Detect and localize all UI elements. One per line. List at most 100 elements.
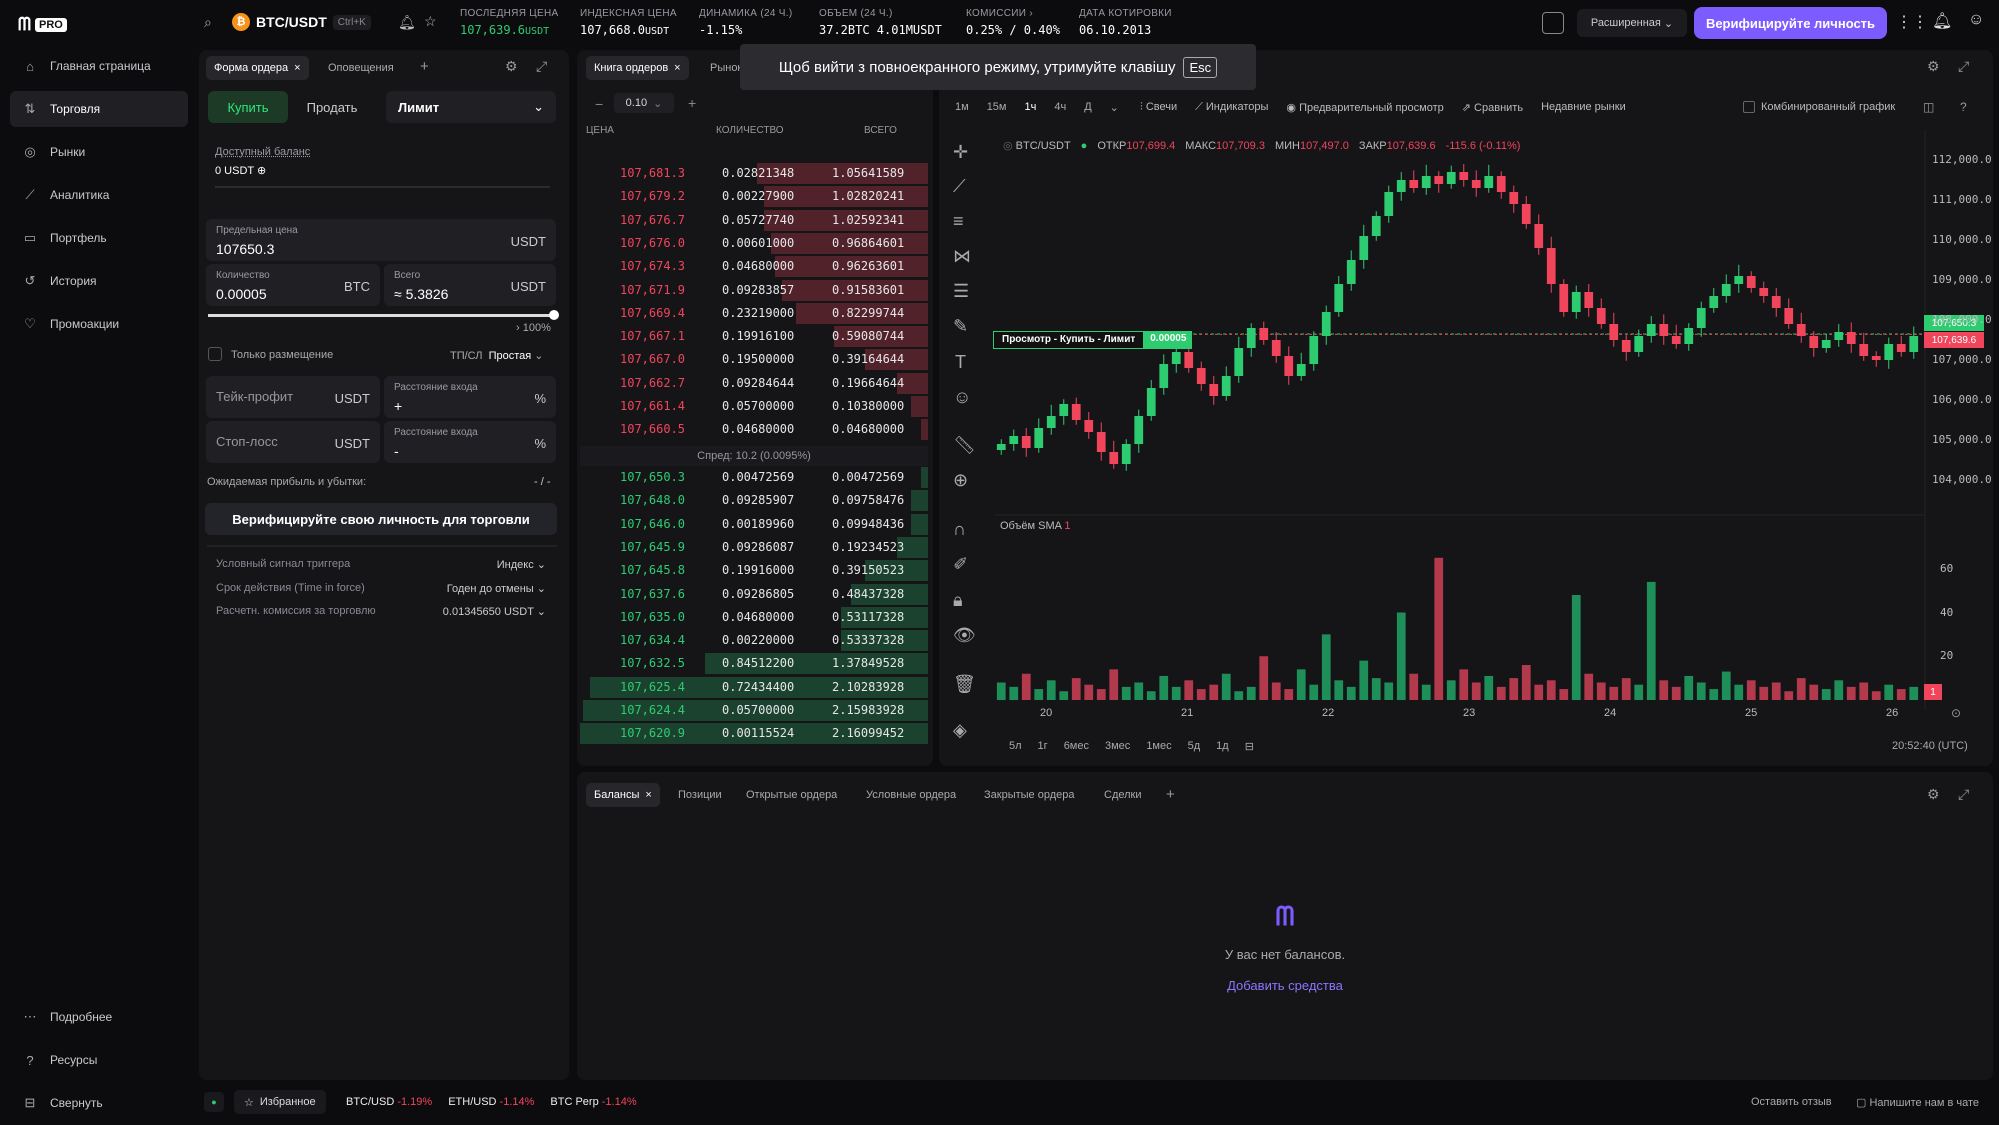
magnet-icon[interactable]: ∩ xyxy=(953,519,966,540)
bid-row[interactable]: 107,645.9 0.09286087 0.19234523 xyxy=(580,536,928,559)
ruler-icon[interactable]: 📏︎ xyxy=(953,435,976,456)
interval-1m[interactable]: 1м xyxy=(955,101,969,114)
text-icon[interactable]: T xyxy=(955,352,966,373)
minus-icon[interactable]: − xyxy=(595,96,603,112)
bid-row[interactable]: 107,620.9 0.00115524 2.16099452 xyxy=(580,722,928,745)
close-icon[interactable]: × xyxy=(294,62,300,74)
interval-15m[interactable]: 15м xyxy=(987,101,1007,114)
sidebar-item-trade[interactable]: ⇅ Торговля xyxy=(10,91,188,127)
trigger-signal-select[interactable]: Условный сигнал триггера Индекс ⌄ xyxy=(216,558,546,571)
candles-button[interactable]: ⫶ Свечи xyxy=(1140,101,1177,114)
ask-row[interactable]: 107,676.7 0.05727740 1.02592341 xyxy=(580,209,928,232)
add-circle-icon[interactable]: ⊕ xyxy=(257,165,266,177)
range-1d[interactable]: 1д xyxy=(1216,740,1229,753)
horizontal-lines-icon[interactable]: ≡ xyxy=(953,211,964,232)
range-6m[interactable]: 6мес xyxy=(1064,740,1089,753)
bid-row[interactable]: 107,650.3 0.00472569 0.00472569 xyxy=(580,466,928,489)
lock-icon[interactable]: 🔒︎ xyxy=(953,590,963,611)
profile-icon[interactable]: ☺ xyxy=(1968,11,1984,29)
range-1y[interactable]: 1г xyxy=(1038,740,1048,753)
tab-closed-orders[interactable]: Закрытые ордера xyxy=(976,783,1082,807)
tp-distance-field[interactable]: Расстояние входа +% xyxy=(384,376,556,418)
tab-balances[interactable]: Балансы × xyxy=(586,783,660,807)
lock-drawing-icon[interactable]: ✐ xyxy=(953,554,968,575)
bid-row[interactable]: 107,634.4 0.00220000 0.53337328 xyxy=(580,629,928,652)
sidebar-item-portfolio[interactable]: ▭ Портфель xyxy=(10,220,188,256)
add-funds-link[interactable]: Добавить средства xyxy=(1185,978,1385,993)
sidebar-item-collapse[interactable]: ⊟ Свернуть xyxy=(10,1085,188,1121)
ask-row[interactable]: 107,681.3 0.02821348 1.05641589 xyxy=(580,162,928,185)
notifications-icon[interactable]: 🔔︎ xyxy=(1932,11,1952,31)
order-type-select[interactable]: Лимит ⌄ xyxy=(386,91,556,123)
expand-icon[interactable]: ⤢ xyxy=(536,58,547,75)
sidebar-item-home[interactable]: ⌂ Главная страница xyxy=(10,48,188,84)
fee-estimate[interactable]: Расчетн. комиссия за торговлю 0.01345650 … xyxy=(216,605,546,618)
stop-loss-field[interactable]: Стоп-лосс USDT xyxy=(206,421,380,463)
ask-row[interactable]: 107,676.0 0.00601000 0.96864601 xyxy=(580,232,928,255)
pair-selector[interactable]: ₿ BTC/USDT Ctrl+K xyxy=(232,13,371,31)
take-profit-field[interactable]: Тейк-профит USDT xyxy=(206,376,380,418)
feedback-link[interactable]: Оставить отзыв xyxy=(1751,1096,1832,1108)
search-icon[interactable]: ⌕ xyxy=(204,14,212,31)
favorites-button[interactable]: ☆ Избранное xyxy=(234,1090,326,1114)
bid-row[interactable]: 107,632.5 0.84512200 1.37849528 xyxy=(580,652,928,675)
amount-slider[interactable] xyxy=(208,310,559,320)
indicators-button[interactable]: ⟋ Индикаторы xyxy=(1195,101,1268,114)
combined-checkbox[interactable] xyxy=(1743,101,1755,113)
ask-row[interactable]: 107,662.7 0.09284644 0.19664644 xyxy=(580,372,928,395)
layout-icon[interactable] xyxy=(1542,12,1564,34)
plus-icon[interactable]: + xyxy=(688,95,696,111)
apps-grid-icon[interactable]: ⋮⋮ xyxy=(1896,12,1928,32)
quantity-field[interactable]: Количество 0.00005 BTC xyxy=(206,264,380,306)
layers-icon[interactable]: ◈ xyxy=(953,720,967,741)
ask-row[interactable]: 107,667.0 0.19500000 0.39164644 xyxy=(580,348,928,371)
zoom-icon[interactable]: ⊕ xyxy=(953,470,968,491)
sidebar-item-markets[interactable]: ◎ Рынки xyxy=(10,134,188,170)
sidebar-item-promo[interactable]: ♡ Промоакции xyxy=(10,306,188,342)
sell-button[interactable]: Продать xyxy=(292,91,372,123)
range-1m[interactable]: 1мес xyxy=(1146,740,1171,753)
emoji-icon[interactable]: ☺ xyxy=(953,387,971,408)
tab-alerts[interactable]: Оповещения xyxy=(320,56,402,80)
bid-row[interactable]: 107,624.4 0.05700000 2.15983928 xyxy=(580,699,928,722)
sl-distance-field[interactable]: Расстояние входа -% xyxy=(384,421,556,463)
price-chart[interactable] xyxy=(990,130,1990,730)
trendline-icon[interactable]: ⟋ xyxy=(953,176,966,197)
tab-open-orders[interactable]: Открытые ордера xyxy=(738,783,845,807)
chat-link[interactable]: ▢ Напишите нам в чате xyxy=(1856,1096,1979,1109)
range-5d[interactable]: 5д xyxy=(1188,740,1201,753)
axis-settings-icon[interactable]: ⊙ xyxy=(1951,706,1961,720)
trash-icon[interactable]: 🗑︎ xyxy=(953,674,976,695)
range-3m[interactable]: 3мес xyxy=(1105,740,1130,753)
ask-row[interactable]: 107,674.3 0.04680000 0.96263601 xyxy=(580,255,928,278)
price-step-select[interactable]: 0.10 ⌄ xyxy=(614,93,674,113)
interval-1h[interactable]: 1ч xyxy=(1025,101,1037,114)
limit-price-field[interactable]: Предельная цена 107650.3 USDT xyxy=(206,219,556,261)
mode-dropdown[interactable]: Расширенная ⌄ xyxy=(1577,9,1687,37)
bid-row[interactable]: 107,635.0 0.04680000 0.53117328 xyxy=(580,606,928,629)
ask-row[interactable]: 107,671.9 0.09283857 0.91583601 xyxy=(580,279,928,302)
stat-fees[interactable]: КОМИССИИ › 0.25% / 0.40% xyxy=(966,8,1060,37)
sidebar-item-resources[interactable]: ? Ресурсы xyxy=(10,1042,188,1078)
slider-handle[interactable] xyxy=(549,310,559,320)
add-tab-icon[interactable]: + xyxy=(1166,786,1175,803)
bid-row[interactable]: 107,637.6 0.09286805 0.48437328 xyxy=(580,583,928,606)
ticker-item[interactable]: BTC Perp -1.14% xyxy=(550,1096,636,1108)
interval-4h[interactable]: 4ч xyxy=(1054,101,1066,114)
bid-row[interactable]: 107,625.4 0.72434400 2.10283928 xyxy=(580,676,928,699)
add-tab-icon[interactable]: + xyxy=(420,58,429,75)
crosshair-icon[interactable]: ✛ xyxy=(953,142,968,163)
camera-icon[interactable]: ◫ xyxy=(1923,100,1934,114)
close-icon[interactable]: × xyxy=(645,789,651,801)
eye-icon[interactable]: 👁︎ xyxy=(953,625,976,646)
chevron-down-icon[interactable]: ⌄ xyxy=(1110,101,1119,114)
close-icon[interactable]: × xyxy=(674,62,680,74)
settings-icon[interactable]: ⚙ xyxy=(505,58,518,75)
chart-expand-icon[interactable]: ⤢ xyxy=(1958,58,1969,75)
fib-icon[interactable]: ☰ xyxy=(953,281,969,302)
tpsl-select[interactable]: ТП/СЛ Простая ⌄ xyxy=(450,349,544,362)
total-field[interactable]: Всего ≈ 5.3826 USDT xyxy=(384,264,556,306)
tab-orderbook[interactable]: Книга ордеров × xyxy=(586,56,689,80)
ask-row[interactable]: 107,669.4 0.23219000 0.82299744 xyxy=(580,302,928,325)
buy-button[interactable]: Купить xyxy=(208,91,288,123)
